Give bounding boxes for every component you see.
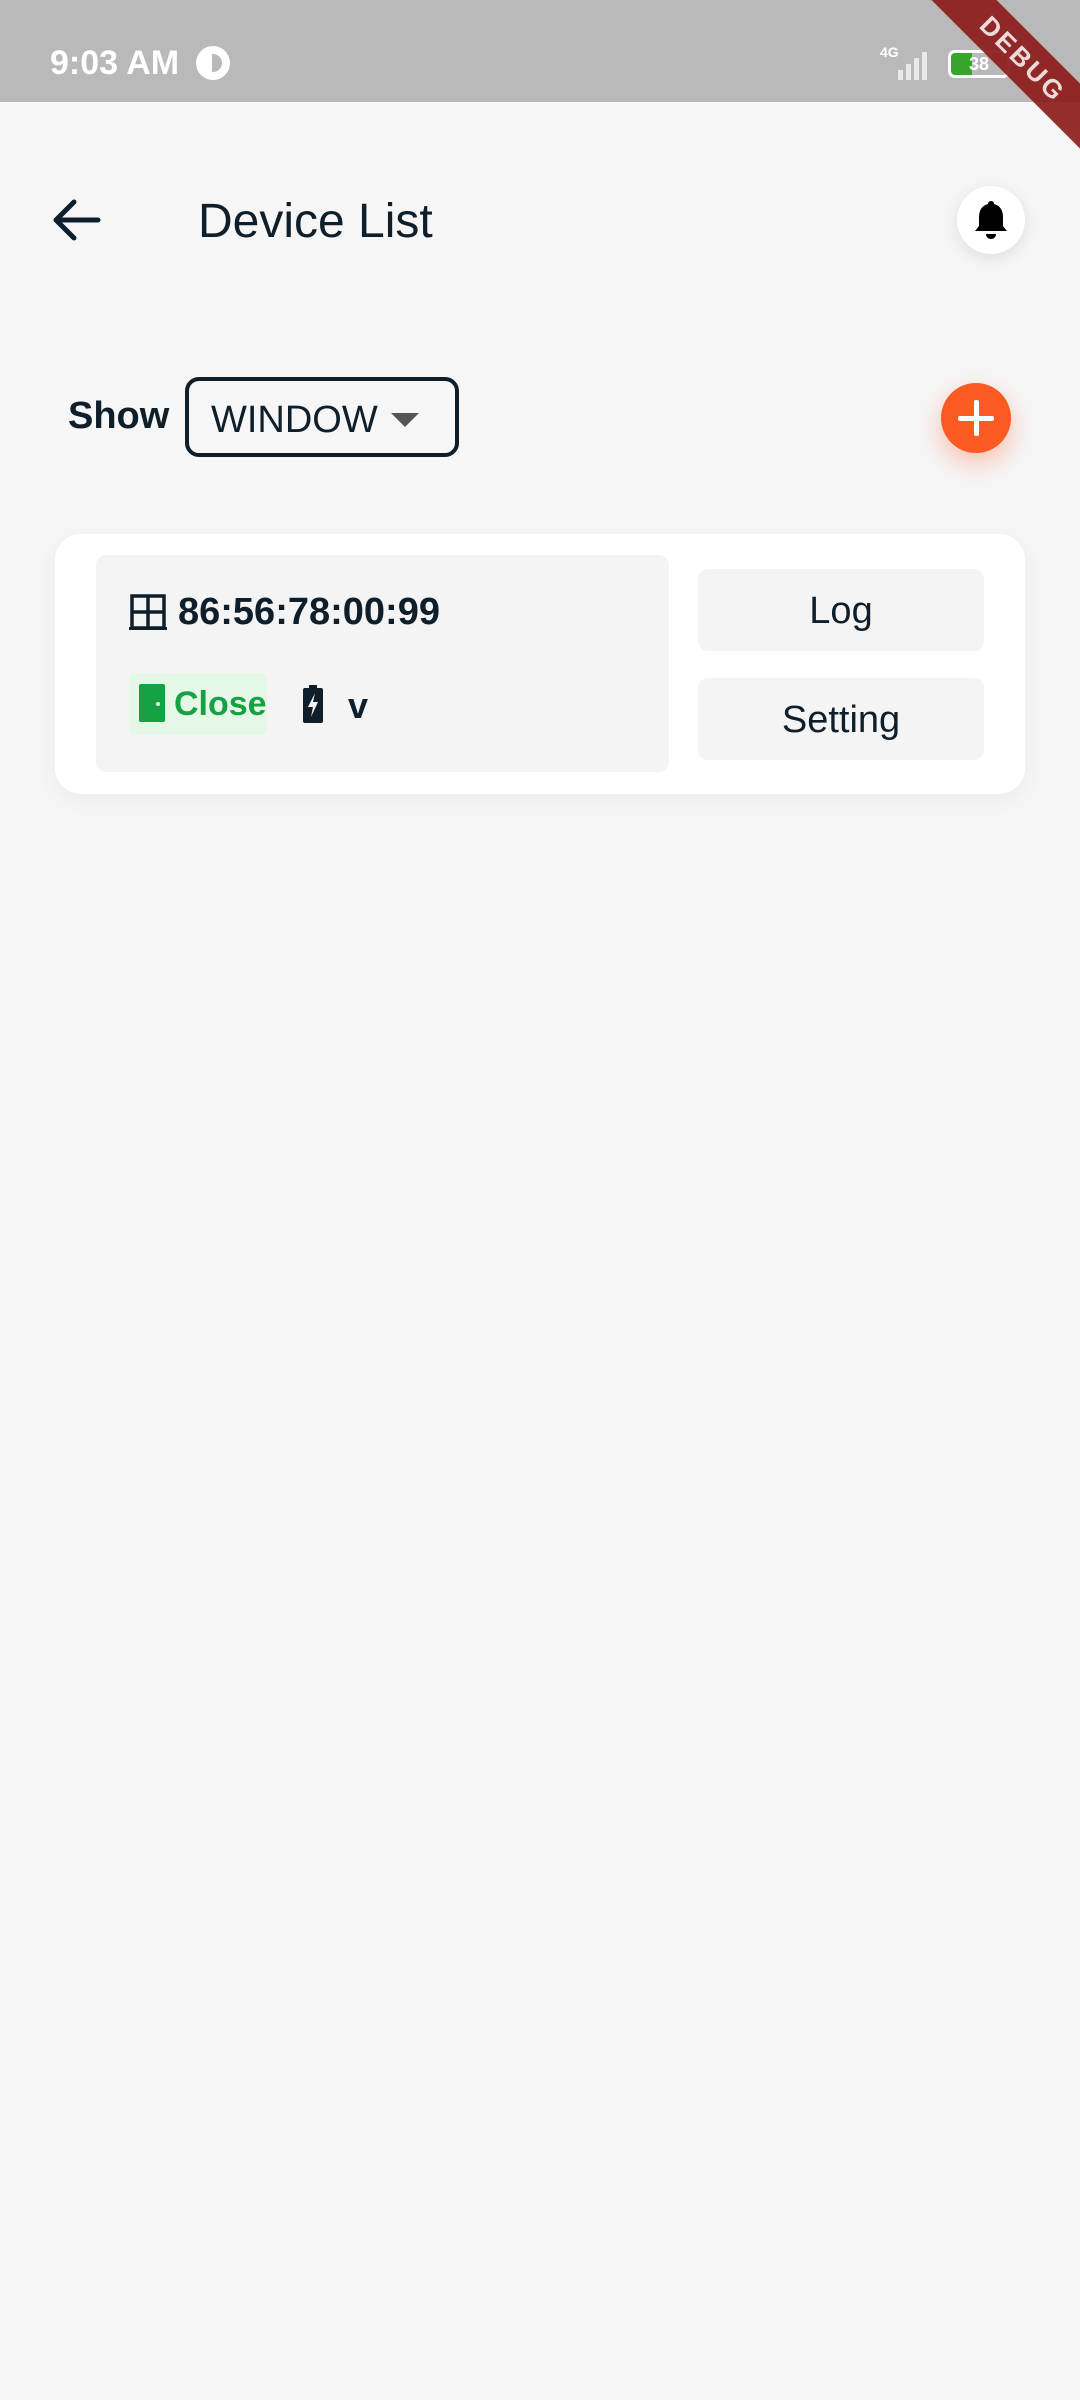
bell-icon: [975, 201, 1007, 239]
status-label: Close: [174, 685, 267, 723]
notifications-button[interactable]: [957, 186, 1025, 254]
arrow-left-icon: [53, 199, 101, 241]
status-bar: 9:03 AM 4G 38 DEBUG: [0, 0, 1080, 164]
log-button[interactable]: Log: [698, 569, 984, 651]
status-badge: Close: [129, 673, 267, 735]
caret-down-icon: [391, 413, 419, 427]
device-mac-address: 86:56:78:00:99: [178, 591, 440, 633]
device-type-dropdown[interactable]: WINDOW: [185, 377, 459, 457]
show-label: Show: [68, 395, 170, 437]
device-type-value: WINDOW: [211, 399, 378, 441]
setting-button[interactable]: Setting: [698, 678, 984, 760]
window-icon: [129, 594, 167, 630]
app-notification-icon: [196, 46, 230, 80]
page-title: Device List: [198, 195, 433, 248]
signal-icon: [898, 52, 927, 80]
voltage-value: v: [348, 685, 369, 726]
add-device-button[interactable]: [941, 383, 1011, 453]
debug-banner: DEBUG: [918, 0, 1080, 164]
back-button[interactable]: [46, 188, 110, 252]
device-card: 86:56:78:00:99 Close v Log Setting: [55, 534, 1025, 794]
door-icon: [139, 684, 165, 722]
device-info-panel[interactable]: 86:56:78:00:99 Close v: [96, 555, 669, 772]
battery-charging-icon: [303, 685, 323, 723]
status-time: 9:03 AM: [50, 44, 180, 82]
